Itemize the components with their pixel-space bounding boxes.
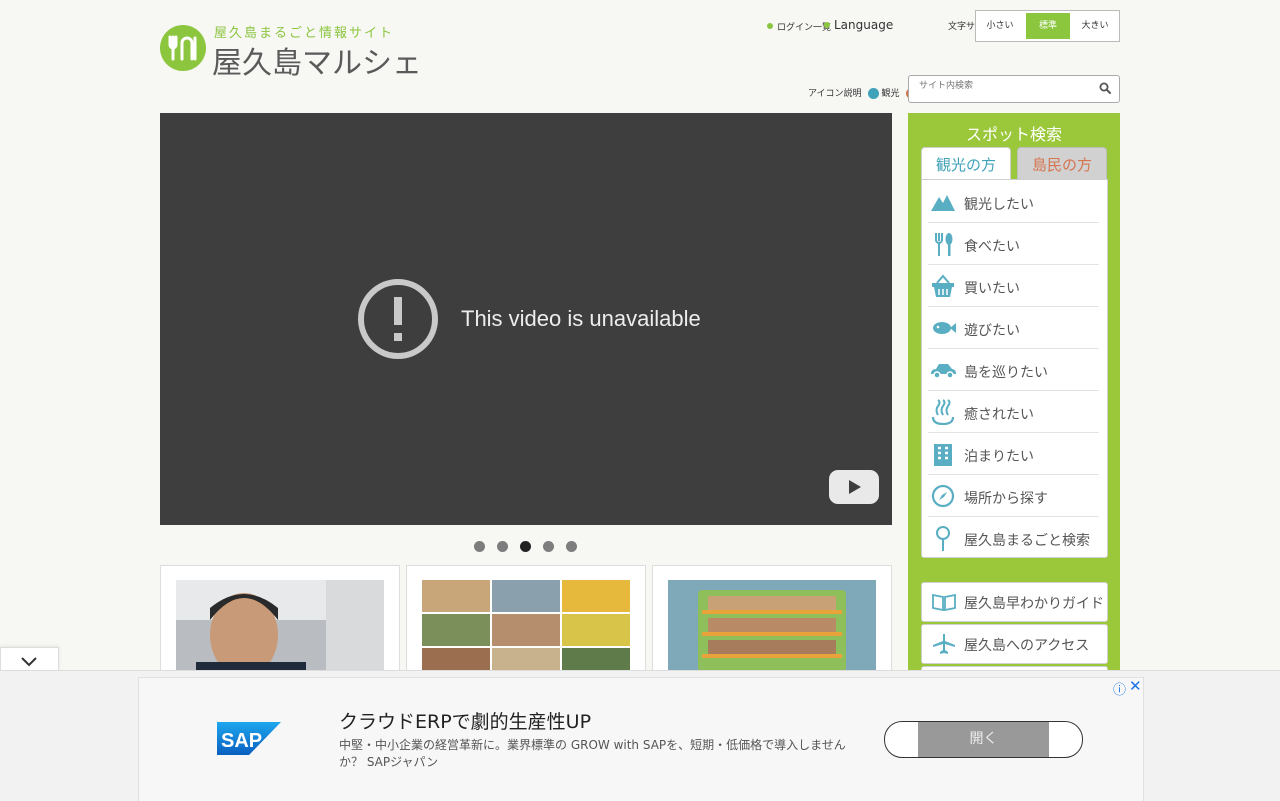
spot-search-panel: スポット検索 観光の方 島民の方 観光したい 食べたい 買いたい 遊びたい 島を…	[908, 113, 1120, 706]
slider-dot-2[interactable]	[497, 541, 508, 552]
font-size-large-button[interactable]: 大きい	[1073, 13, 1117, 39]
svg-text:SAP: SAP	[221, 730, 262, 752]
basket-icon	[932, 274, 954, 297]
site-search	[908, 75, 1120, 103]
font-size-switcher: 小さい 標準 大きい	[975, 10, 1120, 42]
search-icon[interactable]	[1099, 82, 1111, 94]
ad-open-button[interactable]: 開く	[884, 721, 1083, 758]
logo-icon	[160, 25, 206, 71]
spot-menu: 観光したい 食べたい 買いたい 遊びたい 島を巡りたい 癒されたい 泊まりたい …	[921, 179, 1108, 558]
menu-item-tour[interactable]: 島を巡りたい	[928, 349, 1099, 391]
menu-item-relax[interactable]: 癒されたい	[928, 391, 1099, 433]
menu-item-stay[interactable]: 泊まりたい	[928, 433, 1099, 475]
alert-icon	[358, 279, 438, 359]
logo-name: 屋久島マルシェ	[212, 46, 422, 81]
ad-body: 中堅・中小企業の経営革新に。業界標準の GROW with SAPを、短期・低価…	[339, 738, 846, 769]
play-icon	[849, 480, 861, 494]
search-input[interactable]	[917, 80, 1091, 92]
card-image-driver	[176, 580, 384, 680]
quick-guide-button[interactable]: 屋久島早わかりガイド	[921, 582, 1108, 622]
hot-spring-icon	[931, 399, 955, 425]
slider-dot-5[interactable]	[566, 541, 577, 552]
panel-title: スポット検索	[965, 125, 1062, 144]
magnifier-icon	[936, 526, 950, 551]
tourist-dot-icon	[868, 88, 880, 99]
slider-dot-1[interactable]	[474, 541, 485, 552]
building-icon	[934, 444, 952, 466]
slider-dot-3[interactable]	[520, 541, 531, 552]
compass-icon	[931, 484, 955, 508]
font-size-small-button[interactable]: 小さい	[978, 13, 1022, 39]
youtube-play-button[interactable]	[829, 470, 879, 504]
book-icon	[932, 593, 956, 611]
bullet-icon	[824, 21, 830, 28]
legend-tourist: 観光	[881, 89, 900, 99]
menu-item-shop[interactable]: 買いたい	[928, 265, 1099, 307]
menu-item-sightseeing[interactable]: 観光したい	[928, 181, 1099, 223]
ad-open-label: 開く	[918, 722, 1049, 757]
tab-resident[interactable]: 島民の方	[1017, 147, 1107, 180]
access-button[interactable]: 屋久島へのアクセス	[921, 624, 1108, 664]
menu-item-location[interactable]: 場所から探す	[928, 475, 1099, 517]
bullet-icon	[767, 22, 773, 29]
slider-pagination	[474, 541, 589, 553]
ad-banner[interactable]: SAP クラウドERPで劇的生産性UP 中堅・中小企業の経営革新に。業界標準の …	[138, 677, 1144, 801]
fork-knife-icon	[935, 233, 953, 256]
sap-logo: SAP	[217, 722, 281, 755]
video-player[interactable]: This video is unavailable	[160, 113, 892, 525]
language-link[interactable]: Language	[824, 18, 893, 32]
card-image-collage	[422, 580, 630, 680]
tab-tourist[interactable]: 観光の方	[921, 147, 1011, 180]
ad-info-icon[interactable]: ⓘ	[1113, 679, 1126, 698]
fish-icon	[933, 322, 956, 334]
menu-item-play[interactable]: 遊びたい	[928, 307, 1099, 349]
menu-item-eat[interactable]: 食べたい	[928, 223, 1099, 265]
car-icon	[931, 364, 956, 379]
site-logo[interactable]: 屋久島まるごと情報サイト 屋久島マルシェ	[160, 22, 430, 81]
mountain-icon	[931, 195, 955, 211]
card-image-group	[668, 580, 876, 680]
font-size-standard-button[interactable]: 標準	[1026, 13, 1070, 39]
login-link[interactable]: ログイン一覧	[767, 19, 831, 33]
legend-label: アイコン説明	[808, 89, 862, 99]
ad-headline[interactable]: クラウドERPで劇的生産性UP	[339, 707, 591, 734]
menu-item-full-search[interactable]: 屋久島まるごと検索	[928, 517, 1099, 558]
video-unavailable-message: This video is unavailable	[461, 306, 701, 331]
slider-dot-4[interactable]	[543, 541, 554, 552]
airplane-icon	[933, 634, 955, 654]
ad-close-icon[interactable]: ✕	[1129, 677, 1142, 695]
